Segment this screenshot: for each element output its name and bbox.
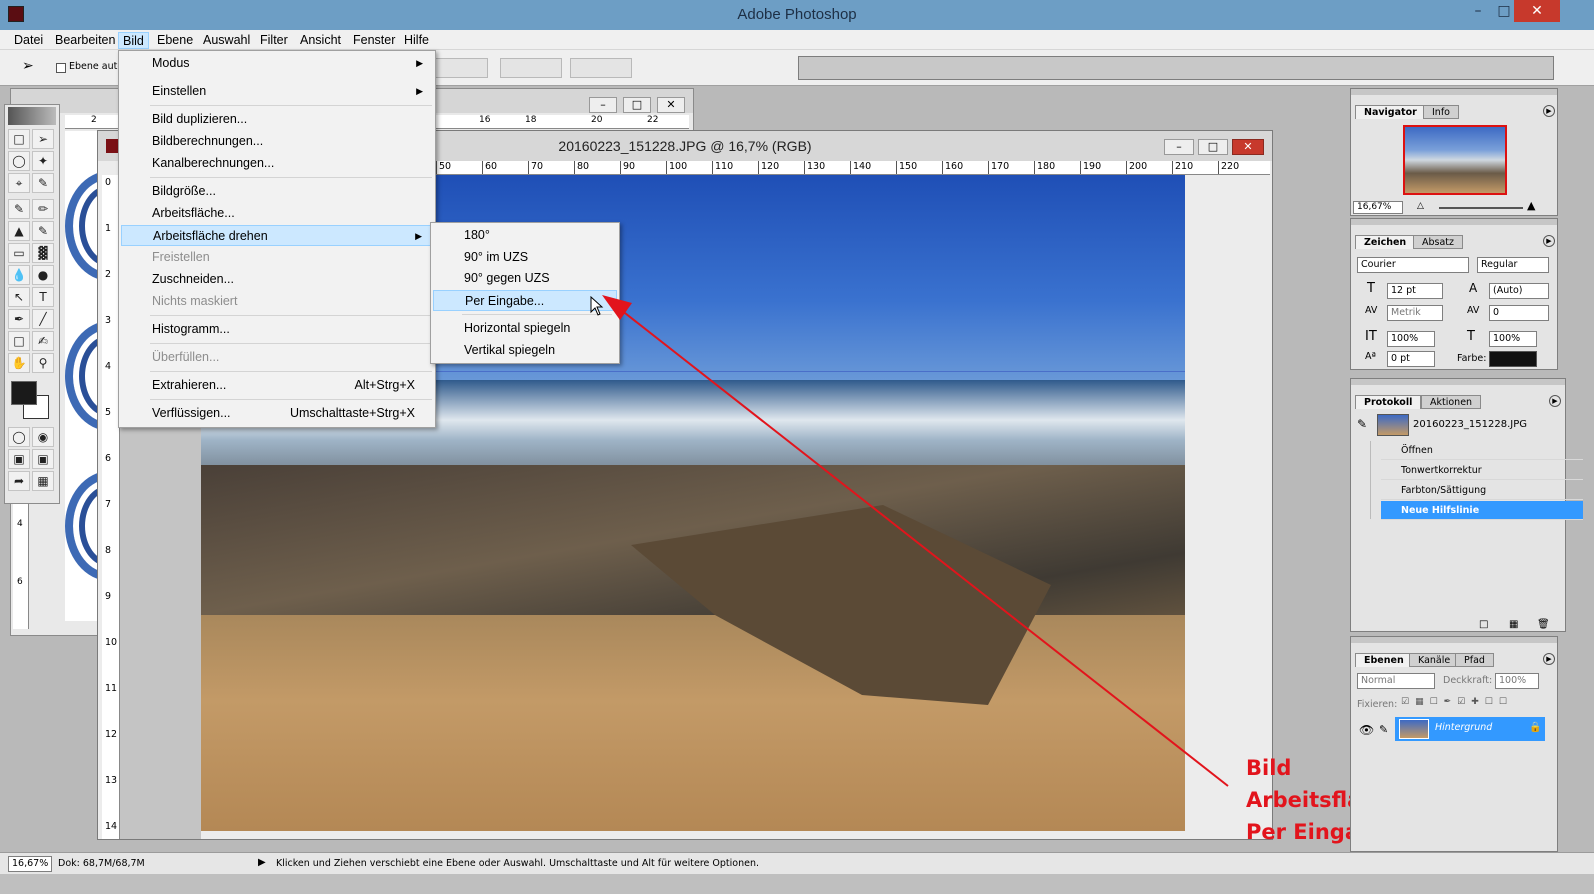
layers-palette: Ebenen Kanäle Pfad ▶ Normal Deckkraft: 1…	[1350, 636, 1558, 852]
palette-menu-icon[interactable]: ▶	[1543, 235, 1555, 247]
tab-zeichen[interactable]: Zeichen	[1355, 235, 1416, 249]
horizontal-scale-field[interactable]: 100%	[1489, 331, 1537, 347]
snapshot-label[interactable]: 20160223_151228.JPG	[1413, 419, 1527, 430]
delete-state-icon[interactable]: 🗑	[1537, 619, 1550, 630]
snapshot-thumbnail	[1377, 414, 1409, 436]
zoom-slider[interactable]	[1439, 207, 1523, 209]
color-label: Farbe:	[1457, 353, 1487, 364]
zoom-out-icon[interactable]: △	[1417, 201, 1424, 211]
palette-menu-icon[interactable]: ▶	[1543, 653, 1555, 665]
status-zoom-field[interactable]: 16,67%	[8, 856, 52, 872]
tab-protokoll[interactable]: Protokoll	[1355, 395, 1422, 409]
zoom-in-icon[interactable]: ▲	[1527, 199, 1535, 212]
font-style-select[interactable]: Regular	[1477, 257, 1549, 273]
tab-navigator[interactable]: Navigator	[1355, 105, 1426, 119]
status-menu-arrow-icon[interactable]: ▶	[258, 857, 266, 868]
leading-icon: A	[1469, 281, 1478, 295]
new-document-from-state-icon[interactable]: □	[1479, 619, 1488, 630]
lock-icons[interactable]: ☑▦☐✒☑✚☐☐	[1401, 697, 1541, 711]
font-size-field[interactable]: 12 pt	[1387, 283, 1443, 299]
tab-kanaele[interactable]: Kanäle	[1409, 653, 1460, 667]
leading-field[interactable]: (Auto)	[1489, 283, 1549, 299]
blend-mode-select[interactable]: Normal	[1357, 673, 1435, 689]
status-doc-size: Dok: 68,7M/68,7M	[58, 858, 145, 869]
navigator-palette: Navigator Info ▶ 16,67% △ ▲	[1350, 88, 1558, 216]
baseline-shift-field[interactable]: 0 pt	[1387, 351, 1435, 367]
navigator-thumbnail[interactable]	[1403, 125, 1507, 195]
tracking-field[interactable]: 0	[1489, 305, 1549, 321]
opacity-label: Deckkraft:	[1443, 675, 1493, 686]
history-checkbox-column	[1357, 441, 1371, 519]
tab-aktionen[interactable]: Aktionen	[1421, 395, 1482, 409]
text-color-swatch[interactable]	[1489, 351, 1537, 367]
font-family-select[interactable]: Courier	[1357, 257, 1469, 273]
history-step[interactable]: Farbton/Sättigung	[1381, 481, 1583, 500]
tracking-icon: AV	[1467, 305, 1480, 316]
tab-info[interactable]: Info	[1423, 105, 1459, 119]
tab-ebenen[interactable]: Ebenen	[1355, 653, 1413, 667]
baseline-shift-icon: Aª	[1365, 351, 1376, 362]
palette-menu-icon[interactable]: ▶	[1549, 395, 1561, 407]
kerning-icon: AV	[1365, 305, 1378, 316]
font-size-icon: T	[1367, 281, 1375, 296]
horizontal-scale-icon: T	[1467, 329, 1475, 344]
layer-brush-icon: ✎	[1379, 723, 1389, 736]
layer-visibility-eye-icon[interactable]: 👁	[1359, 723, 1374, 737]
vertical-scale-icon: IT	[1365, 329, 1377, 344]
history-palette: Protokoll Aktionen ▶ ✎ 20160223_151228.J…	[1350, 378, 1583, 632]
navigator-zoom-field[interactable]: 16,67%	[1353, 201, 1403, 214]
character-palette: Zeichen Absatz ▶ Courier Regular T 12 pt…	[1350, 218, 1558, 370]
layer-row-selected[interactable]: Hintergrund 🔒	[1395, 717, 1545, 741]
layer-name: Hintergrund	[1435, 722, 1493, 733]
layer-lock-icon: 🔒	[1529, 722, 1542, 733]
navigator-palette-close-icon[interactable]	[1352, 89, 1558, 97]
kerning-field[interactable]: Metrik	[1387, 305, 1443, 321]
vertical-scale-field[interactable]: 100%	[1387, 331, 1435, 347]
history-step-selected[interactable]: Neue Hilfslinie	[1381, 501, 1583, 520]
tab-absatz[interactable]: Absatz	[1413, 235, 1464, 249]
palette-menu-icon[interactable]: ▶	[1543, 105, 1555, 117]
history-brush-source-icon[interactable]: ✎	[1357, 417, 1367, 431]
status-bar: 16,67% Dok: 68,7M/68,7M ▶ Klicken und Zi…	[0, 852, 1594, 874]
history-step[interactable]: Tonwertkorrektur	[1381, 461, 1583, 480]
history-step[interactable]: Öffnen	[1381, 441, 1583, 460]
lock-label: Fixieren:	[1357, 699, 1398, 710]
opacity-field[interactable]: 100%	[1495, 673, 1539, 689]
layer-thumbnail	[1399, 719, 1429, 739]
new-snapshot-icon[interactable]: ▦	[1509, 619, 1518, 630]
status-hint: Klicken und Ziehen verschiebt eine Ebene…	[276, 858, 760, 869]
tab-pfad[interactable]: Pfad	[1455, 653, 1494, 667]
